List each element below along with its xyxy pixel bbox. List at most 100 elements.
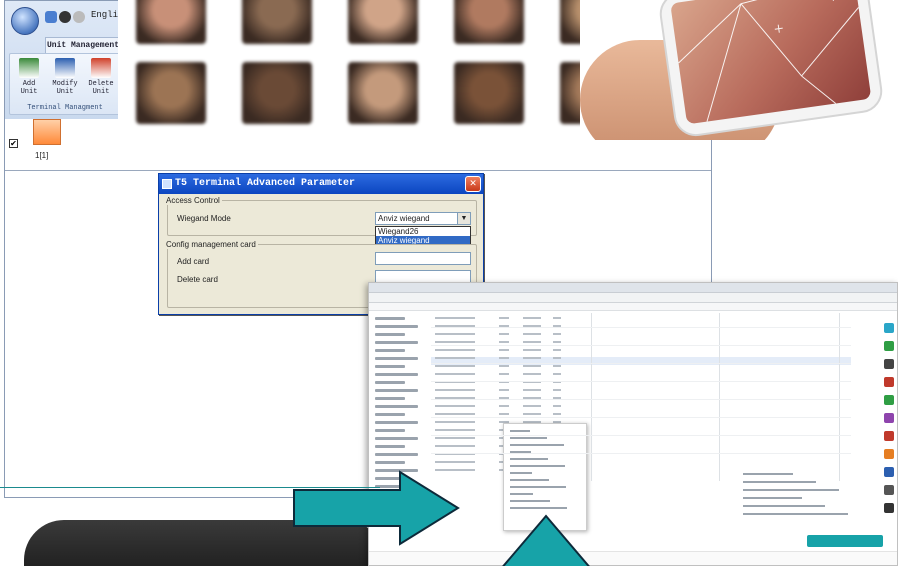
table-cell-line (523, 349, 541, 351)
table-cell-line (435, 365, 475, 367)
tab-unit-management[interactable]: Unit Management (45, 37, 121, 53)
grid-line (431, 399, 851, 400)
quick-access-icon[interactable] (73, 11, 85, 23)
sidebar-text-line (375, 453, 418, 456)
info-text-line (743, 505, 825, 507)
arrow-up-icon (502, 514, 590, 566)
popup-text-line (510, 458, 548, 460)
extension-icon[interactable] (884, 359, 894, 369)
face-photo (348, 0, 418, 44)
sidebar-text-line (375, 421, 418, 424)
dialog-title: T5 Terminal Advanced Parameter (175, 178, 356, 189)
sidebar-text-line (375, 317, 405, 320)
table-cell-line (435, 317, 475, 319)
sidebar-text-line (375, 349, 405, 352)
table-cell-line (499, 405, 509, 407)
unit-name[interactable]: 1[1] (35, 151, 48, 160)
info-text-line (743, 513, 848, 515)
extension-icon[interactable] (884, 485, 894, 495)
modify-unit-icon (55, 58, 75, 78)
table-cell-line (553, 373, 561, 375)
popup-text-line (510, 437, 547, 439)
grid-line (591, 313, 592, 481)
table-cell-line (523, 405, 541, 407)
table-cell-line (435, 357, 475, 359)
table-cell-line (499, 317, 509, 319)
table-cell-line (553, 413, 561, 415)
terminal-unit-icon[interactable] (33, 119, 61, 145)
close-button[interactable]: ✕ (465, 176, 481, 192)
table-cell-line (435, 445, 475, 447)
table-cell-line (499, 413, 509, 415)
browser-sidebar (369, 313, 431, 493)
grid-line (839, 313, 840, 481)
table-cell-line (435, 421, 475, 423)
extension-icon[interactable] (884, 341, 894, 351)
popup-text-line (510, 465, 565, 467)
table-cell-line (435, 413, 475, 415)
sidebar-text-line (375, 389, 418, 392)
table-cell-line (553, 341, 561, 343)
table-cell-line (523, 333, 541, 335)
extension-icon[interactable] (884, 431, 894, 441)
table-cell-line (499, 333, 509, 335)
info-text-line (743, 473, 793, 475)
sidebar-text-line (375, 357, 418, 360)
table-cell-line (553, 357, 561, 359)
extension-icon[interactable] (884, 377, 894, 387)
sidebar-text-line (375, 437, 418, 440)
table-cell-line (499, 349, 509, 351)
sidebar-text-line (375, 405, 418, 408)
table-cell-line (553, 349, 561, 351)
table-cell-line (435, 341, 475, 343)
wiegand-mode-label: Wiegand Mode (177, 214, 231, 223)
chevron-down-icon[interactable]: ▼ (457, 213, 470, 224)
face-photo-grid (118, 0, 642, 140)
sidebar-text-line (375, 445, 405, 448)
extension-icon[interactable] (884, 449, 894, 459)
table-cell-line (523, 341, 541, 343)
popup-text-line (510, 507, 567, 509)
modify-unit-button[interactable]: Modify Unit (48, 58, 82, 96)
extension-icon[interactable] (884, 413, 894, 423)
browser-tab-strip (369, 283, 897, 293)
phone-face-scan-image (580, 0, 898, 140)
delete-unit-icon (91, 58, 111, 78)
table-cell-line (435, 405, 475, 407)
add-unit-label: Add Unit (20, 80, 38, 96)
table-cell-line (553, 317, 561, 319)
table-cell-line (435, 429, 475, 431)
composite-screen: English Unit Management Add Unit Modify … (0, 0, 898, 566)
delete-card-label: Delete card (177, 275, 218, 284)
sidebar-text-line (375, 413, 405, 416)
config-card-legend: Config management card (166, 240, 256, 249)
app-menu-orb[interactable] (11, 7, 39, 35)
delete-unit-button[interactable]: Delete Unit (84, 58, 118, 96)
browser-action-button[interactable] (807, 535, 883, 547)
unit-checkbox[interactable]: ✔ (9, 139, 18, 148)
grid-line (431, 327, 851, 328)
dialog-title-bar: T5 Terminal Advanced Parameter ✕ (159, 174, 483, 194)
add-unit-button[interactable]: Add Unit (12, 58, 46, 96)
add-card-input[interactable] (375, 252, 471, 265)
wiegand-mode-select[interactable]: Anviz wiegand ▼ (375, 212, 471, 225)
popup-text-line (510, 444, 564, 446)
popup-text-line (510, 493, 533, 495)
table-cell-line (523, 365, 541, 367)
extension-icon[interactable] (884, 395, 894, 405)
table-cell-line (435, 333, 475, 335)
sidebar-text-line (375, 373, 418, 376)
table-cell-line (435, 373, 475, 375)
face-photo (136, 62, 206, 124)
grid-line (431, 345, 851, 346)
grid-line (431, 363, 851, 364)
popup-text-line (510, 479, 549, 481)
popup-text-line (510, 486, 566, 488)
quick-access-icon[interactable] (45, 11, 57, 23)
wiegand-option[interactable]: Wiegand26 (376, 227, 470, 236)
extension-icon[interactable] (884, 323, 894, 333)
quick-access-icon[interactable] (59, 11, 71, 23)
extension-icon[interactable] (884, 503, 894, 513)
table-cell-line (523, 317, 541, 319)
extension-icon[interactable] (884, 467, 894, 477)
